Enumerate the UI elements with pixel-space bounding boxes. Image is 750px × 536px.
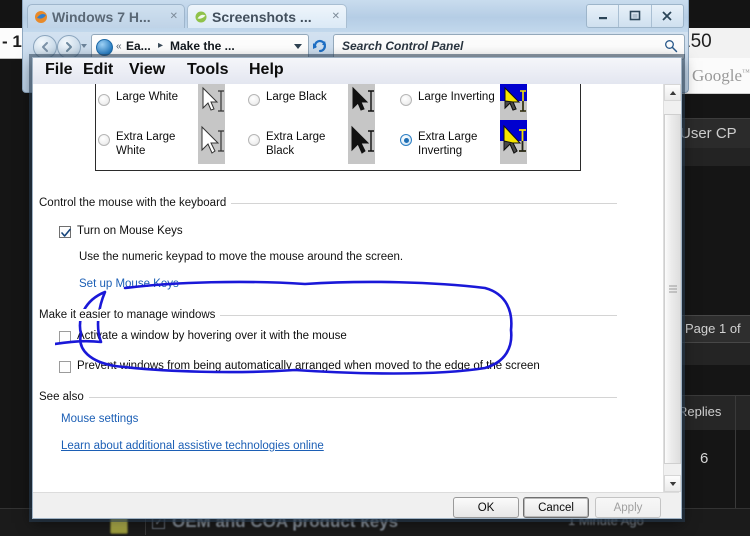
section-heading-see-also: See also (39, 391, 89, 403)
google-text: Google (692, 66, 743, 85)
cursor-preview-swatch (198, 84, 225, 124)
radio-button[interactable] (248, 134, 260, 146)
firefox-favicon-icon (34, 10, 48, 24)
breadcrumb-overflow-chevron-icon[interactable]: « (116, 41, 122, 52)
background-replies-header: Replies (676, 395, 750, 430)
background-page-indicator: Page 1 of (678, 315, 750, 343)
checkbox-activate-window-hover[interactable] (59, 331, 71, 343)
cursor-preview-swatch (500, 120, 527, 164)
browser-tab-screenshots[interactable]: Screenshots ... ✕ (187, 4, 347, 28)
maximize-button[interactable] (619, 5, 652, 27)
scroll-down-button[interactable] (664, 475, 681, 492)
history-dropdown-icon[interactable] (81, 44, 87, 48)
cursor-option-label: Extra Large White (116, 131, 176, 157)
page-favicon-icon (194, 10, 208, 24)
link-set-up-mouse-keys[interactable]: Set up Mouse Keys (79, 278, 179, 290)
label-activate-window-hover: Activate a window by hovering over it wi… (77, 330, 347, 342)
label-prevent-auto-arrange: Prevent windows from being automatically… (77, 360, 540, 372)
cancel-button[interactable]: Cancel (523, 497, 589, 518)
breadcrumb-item-2[interactable]: Make the ... (170, 39, 235, 53)
radio-button[interactable] (400, 94, 412, 106)
scrollbar-grip-icon (669, 285, 677, 293)
link-assistive-technologies[interactable]: Learn about additional assistive technol… (61, 440, 324, 452)
cursor-option-label: Large White (116, 91, 179, 103)
section-heading-manage-windows: Make it easier to manage windows (39, 309, 221, 321)
minimize-icon (598, 17, 607, 20)
breadcrumb-item-1[interactable]: Ea... (126, 39, 151, 53)
checkbox-prevent-auto-arrange[interactable] (59, 361, 71, 373)
dialog-footer: OK Cancel Apply (33, 492, 679, 518)
search-placeholder: Search Control Panel (342, 39, 464, 53)
cursor-preview-swatch (198, 120, 225, 164)
ease-of-access-dialog: File Edit View Tools Help Large White Ex… (32, 57, 682, 519)
tab-close-icon[interactable]: ✕ (170, 11, 178, 22)
apply-button: Apply (595, 497, 661, 518)
menu-item-help[interactable]: Help (249, 61, 284, 79)
replies-label: Replies (678, 404, 722, 419)
google-tm: ™ (742, 67, 750, 77)
background-subbar (676, 343, 750, 365)
close-icon (662, 11, 672, 21)
radio-button[interactable] (98, 94, 110, 106)
radio-button[interactable] (400, 134, 412, 146)
browser-tab-windows7[interactable]: Windows 7 H... ✕ (27, 4, 185, 28)
cursor-option-label: Large Black (266, 91, 327, 103)
cursor-option-label: Extra Large Black (266, 131, 326, 157)
checkmark-icon (61, 228, 71, 237)
scroll-up-arrow-icon (669, 90, 676, 95)
dialog-content-area: Large White Extra Large White Large Blac… (33, 84, 679, 492)
scrollbar-thumb[interactable] (664, 114, 681, 464)
radio-button[interactable] (98, 134, 110, 146)
cursor-option-label: Large Inverting (418, 91, 495, 103)
window-controls (586, 4, 684, 28)
maximize-icon (629, 10, 641, 21)
menu-item-file[interactable]: File (45, 61, 73, 79)
search-icon[interactable] (664, 39, 678, 58)
page-indicator-label: Page 1 of (685, 321, 741, 336)
browser-tab-label: Screenshots ... (212, 9, 312, 25)
control-panel-icon (96, 39, 113, 56)
background-google-wordmark: Google™ (692, 66, 750, 86)
cursor-preview-swatch (500, 84, 527, 124)
menu-item-tools[interactable]: Tools (187, 61, 228, 79)
section-heading-mouse-keys: Control the mouse with the keyboard (39, 197, 232, 209)
menu-item-edit[interactable]: Edit (83, 61, 113, 79)
user-cp-label: User CP (680, 125, 737, 142)
dialog-vertical-scrollbar[interactable] (663, 84, 681, 492)
cursor-option-label: Extra Large Inverting (418, 131, 478, 157)
menu-item-view[interactable]: View (129, 61, 165, 79)
cursor-size-group-box: Large White Extra Large White Large Blac… (95, 84, 581, 171)
link-mouse-settings[interactable]: Mouse settings (61, 413, 138, 425)
hint-mouse-keys: Use the numeric keypad to move the mouse… (79, 251, 404, 263)
forward-button[interactable] (57, 35, 81, 59)
browser-navigation-bar: « Ea... ▸ Make the ... Search Control Pa… (23, 32, 688, 60)
checkbox-turn-on-mouse-keys[interactable] (59, 226, 71, 238)
radio-button[interactable] (248, 94, 260, 106)
background-reply-count-1: 6 (700, 450, 709, 467)
browser-tab-label: Windows 7 H... (52, 9, 151, 25)
label-turn-on-mouse-keys: Turn on Mouse Keys (77, 225, 183, 237)
background-nav-bar-2 (676, 148, 750, 166)
section-rule (39, 397, 617, 398)
background-user-cp-bar[interactable]: User CP (676, 118, 750, 150)
refresh-icon (313, 39, 326, 53)
back-arrow-icon (42, 42, 48, 52)
scroll-up-button[interactable] (664, 84, 681, 101)
refresh-button[interactable] (311, 36, 329, 56)
cursor-preview-swatch (348, 120, 375, 164)
ok-button[interactable]: OK (453, 497, 519, 518)
chevron-down-icon[interactable] (294, 44, 302, 49)
breadcrumb-separator-icon: ▸ (158, 40, 164, 51)
scroll-down-arrow-icon (669, 481, 676, 486)
dialog-menu-bar: File Edit View Tools Help (33, 58, 681, 85)
back-button[interactable] (33, 35, 57, 59)
close-button[interactable] (652, 5, 683, 27)
minimize-button[interactable] (587, 5, 620, 27)
cursor-preview-swatch (348, 84, 375, 124)
forward-arrow-icon (66, 42, 72, 52)
background-address-left-text: - 1 (2, 32, 22, 51)
tab-close-icon[interactable]: ✕ (332, 11, 340, 22)
